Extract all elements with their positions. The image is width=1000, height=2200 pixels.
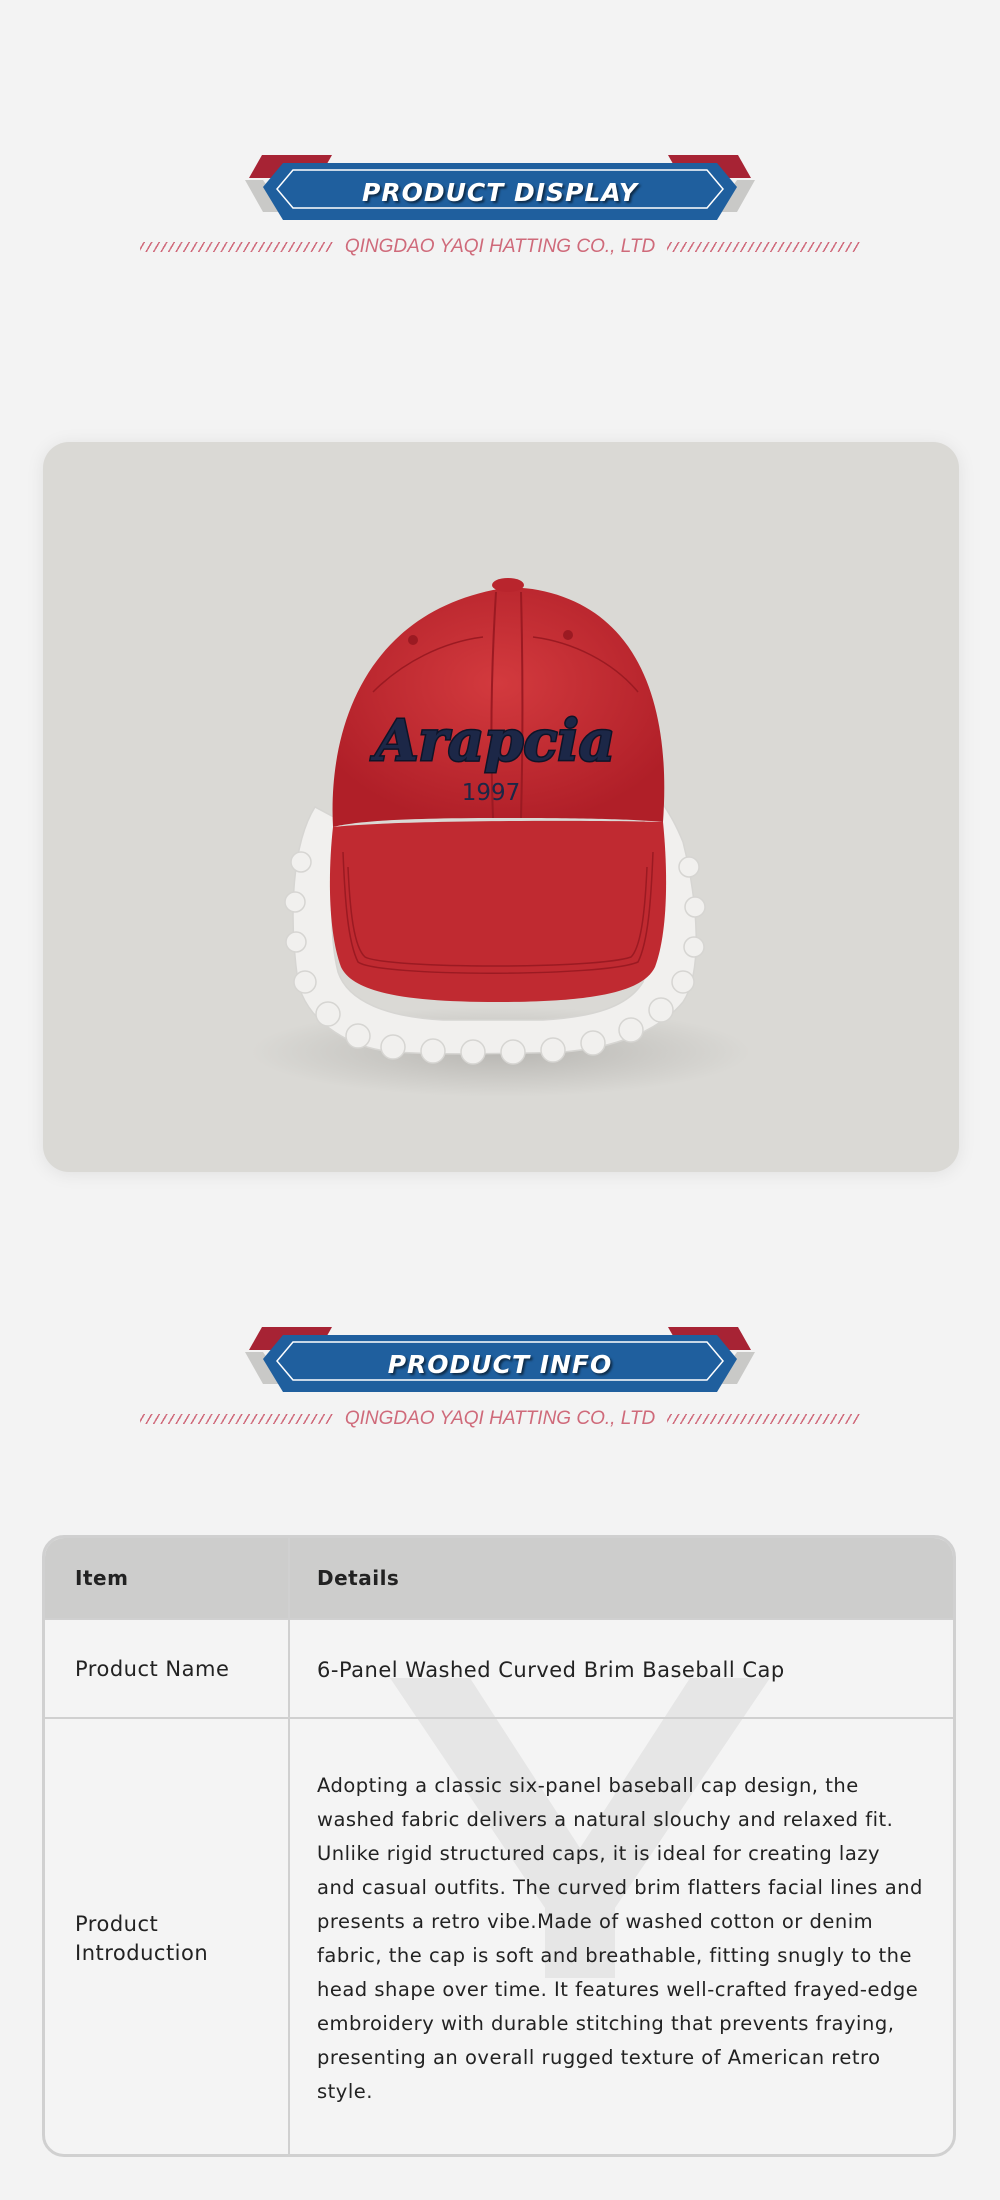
decorative-hatch-right <box>667 242 860 252</box>
company-subtitle-row: QINGDAO YAQI HATTING CO., LTD <box>140 232 860 262</box>
section-title: PRODUCT DISPLAY <box>362 178 638 207</box>
cap-brim <box>329 820 667 1002</box>
header-details: Details <box>317 1566 400 1590</box>
product-image: Arapcia 1997 <box>43 442 959 1172</box>
row-label: Product Name <box>45 1620 290 1719</box>
decorative-hatch-left <box>140 242 333 252</box>
cap-embroidery-year: 1997 <box>462 780 521 806</box>
row-value: Adopting a classic six-panel baseball ca… <box>317 1774 923 2103</box>
row-value: 6-Panel Washed Curved Brim Baseball Cap <box>317 1657 785 1682</box>
company-name: QINGDAO YAQI HATTING CO., LTD <box>344 1408 656 1429</box>
table-row: Product Introduction Adopting a classic … <box>45 1717 953 2154</box>
cap-embroidery-text: Arapcia <box>370 708 615 774</box>
table-header-row: Item Details <box>45 1538 953 1618</box>
company-name: QINGDAO YAQI HATTING CO., LTD <box>344 236 656 257</box>
header-item: Item <box>45 1538 290 1618</box>
cap-illustration: Arapcia 1997 <box>251 578 751 1097</box>
table-row: Product Name 6-Panel Washed Curved Brim … <box>45 1618 953 1719</box>
product-info-table: Item Details Product Name 6-Panel Washed… <box>42 1535 956 2157</box>
decorative-hatch-left <box>140 1414 333 1424</box>
section-title: PRODUCT INFO <box>387 1350 613 1379</box>
row-label: Product Introduction <box>45 1719 290 2154</box>
row-label-text: Product Introduction <box>75 1912 209 1965</box>
product-display-banner: PRODUCT DISPLAY QINGDAO YAQI HATTING CO.… <box>0 150 1000 310</box>
decorative-hatch-right <box>667 1414 860 1424</box>
product-info-banner: PRODUCT INFO QINGDAO YAQI HATTING CO., L… <box>0 1322 1000 1482</box>
company-subtitle-row: QINGDAO YAQI HATTING CO., LTD <box>140 1404 860 1434</box>
